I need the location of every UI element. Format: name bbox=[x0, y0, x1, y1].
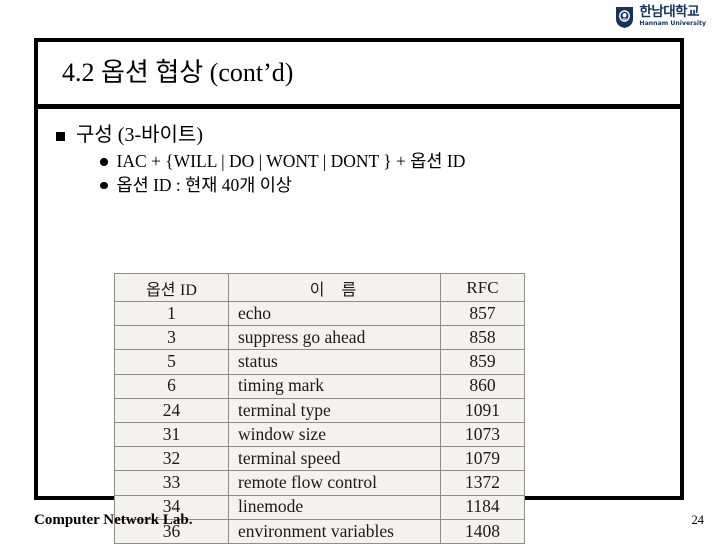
cell-option-id: 33 bbox=[114, 470, 229, 496]
header-rfc: RFC bbox=[466, 278, 499, 297]
cell-option-id: 31 bbox=[114, 421, 229, 448]
table-row: 5 status 859 bbox=[114, 349, 525, 375]
telnet-options-table: 옵션 ID 이 름 RFC 1 echo 857 3 suppress go ahead… bbox=[114, 273, 525, 544]
bullet-level1-composition: 구성 (3-바이트) bbox=[38, 123, 680, 148]
bullet-level2-label: 옵션 ID : 현재 40개 이상 bbox=[116, 174, 292, 195]
table-row: 1 echo 857 bbox=[114, 300, 525, 327]
cell-rfc: 859 bbox=[440, 349, 525, 375]
cell-option-name: suppress go ahead bbox=[228, 325, 441, 351]
footer-lab-name: Computer Network Lab. bbox=[34, 511, 193, 528]
round-bullet-icon bbox=[100, 181, 108, 190]
round-bullet-icon bbox=[100, 158, 108, 166]
logo-english-name: Hannam University bbox=[639, 20, 706, 28]
bullet-level2-label: IAC + {WILL | DO | WONT | DONT } + 옵션 ID bbox=[116, 151, 466, 171]
cell-rfc: 1079 bbox=[440, 446, 525, 472]
cell-option-name: timing mark bbox=[228, 373, 441, 399]
cell-option-id: 3 bbox=[114, 325, 229, 351]
cell-option-name: window size bbox=[228, 421, 441, 448]
bullet-level2-iac-format: IAC + {WILL | DO | WONT | DONT } + 옵션 ID bbox=[38, 150, 680, 173]
square-bullet-icon bbox=[56, 132, 65, 141]
title-bar: 4.2 옵션 협상 (cont’d) bbox=[38, 42, 680, 109]
column-header-name: 이 름 bbox=[228, 273, 441, 302]
slide-body: 구성 (3-바이트) IAC + {WILL | DO | WONT | DON… bbox=[38, 109, 680, 544]
slide-frame: 4.2 옵션 협상 (cont’d) 구성 (3-바이트) IAC + {WIL… bbox=[34, 38, 684, 544]
cell-rfc: 1372 bbox=[440, 470, 525, 496]
header-option-en: ID bbox=[180, 281, 197, 299]
cell-option-id: 6 bbox=[114, 373, 229, 399]
university-logo: 한남대학교 Hannam University bbox=[615, 2, 706, 32]
table-header: 옵션 ID 이 름 RFC bbox=[114, 273, 525, 302]
column-header-rfc: RFC bbox=[440, 273, 525, 302]
cell-option-name: terminal type bbox=[228, 397, 441, 423]
slide-number: 24 bbox=[691, 512, 705, 527]
bullet-level2-option-id-count: 옵션 ID : 현재 40개 이상 bbox=[38, 174, 680, 197]
table-row: 31 window size 1073 bbox=[114, 421, 525, 448]
table-header-row: 옵션 ID 이 름 RFC bbox=[114, 273, 525, 302]
cell-option-name: terminal speed bbox=[228, 446, 441, 472]
shield-emblem-icon bbox=[615, 6, 634, 29]
options-table-container: 옵션 ID 이 름 RFC 1 echo 857 3 suppress go ahead… bbox=[114, 273, 525, 544]
cell-rfc: 1091 bbox=[440, 397, 525, 423]
page-title: 4.2 옵션 협상 (cont’d) bbox=[62, 57, 294, 87]
bullet-level1-label: 구성 (3-바이트) bbox=[76, 124, 203, 146]
cell-option-id: 24 bbox=[114, 397, 229, 423]
cell-rfc: 858 bbox=[440, 325, 525, 351]
cell-option-name: echo bbox=[228, 300, 441, 327]
table-row: 6 timing mark 860 bbox=[114, 373, 525, 399]
cell-option-name: remote flow control bbox=[228, 470, 441, 496]
cell-rfc: 857 bbox=[440, 300, 525, 327]
logo-korean-name: 한남대학교 bbox=[639, 4, 700, 21]
column-header-option-id: 옵션 ID bbox=[114, 273, 229, 302]
table-row: 32 terminal speed 1079 bbox=[114, 446, 525, 472]
table-row: 3 suppress go ahead 858 bbox=[114, 325, 525, 351]
cell-option-id: 5 bbox=[114, 349, 229, 375]
table-row: 33 remote flow control 1372 bbox=[114, 470, 525, 496]
slide-footer: Computer Network Lab. 24 bbox=[34, 508, 706, 532]
cell-option-id: 1 bbox=[114, 300, 229, 327]
header-name-kr: 이 름 bbox=[309, 279, 363, 299]
cell-rfc: 1073 bbox=[440, 421, 525, 448]
cell-rfc: 860 bbox=[440, 373, 525, 399]
cell-option-name: status bbox=[228, 349, 441, 375]
cell-option-id: 32 bbox=[114, 446, 229, 472]
table-row: 24 terminal type 1091 bbox=[114, 397, 525, 423]
logo-text-block: 한남대학교 Hannam University bbox=[639, 6, 706, 27]
header-option-kr: 옵션 bbox=[146, 279, 176, 299]
